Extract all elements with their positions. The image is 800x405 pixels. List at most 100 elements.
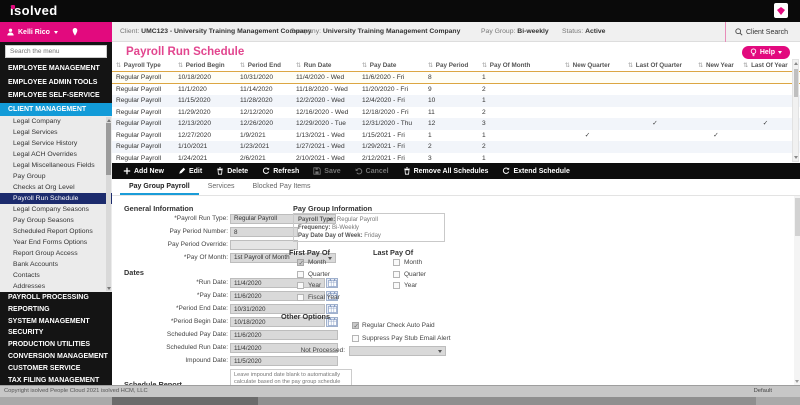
scroll-up-icon[interactable] [794, 62, 798, 65]
sidebar-item-payroll-processing[interactable]: PAYROLL PROCESSING [0, 292, 112, 304]
menu-search-input[interactable] [5, 45, 107, 58]
trash-icon [403, 167, 411, 175]
caret-down-icon [54, 31, 58, 34]
sidebar-item-reporting[interactable]: REPORTING [0, 304, 112, 316]
person-icon [7, 28, 14, 36]
submenu-legal-miscellaneous-fields[interactable]: Legal Miscellaneous Fields [0, 160, 112, 171]
pay-period-number-label: Pay Period Number: [118, 227, 228, 237]
sidebar-item-employee-management[interactable]: EMPLOYEE MANAGEMENT [0, 62, 112, 76]
refresh-icon [502, 167, 510, 175]
submenu-scheduled-report-options[interactable]: Scheduled Report Options [0, 226, 112, 237]
col-header-new-year[interactable]: ⇅ New Year [690, 62, 742, 69]
submenu-legal-service-history[interactable]: Legal Service History [0, 138, 112, 149]
environment-label: Default [754, 386, 772, 397]
sidebar-item-conversion-management[interactable]: CONVERSION MANAGEMENT [0, 351, 112, 363]
client-search-button[interactable]: Client Search [725, 22, 800, 42]
horizontal-scrollbar[interactable] [0, 397, 800, 405]
last-pay-of-year-checkbox [393, 282, 400, 289]
submenu-scrollbar[interactable] [106, 117, 111, 291]
col-header-last-of-quarter[interactable]: ⇅ Last Of Quarter [620, 62, 690, 69]
table-row[interactable]: Regular Payroll12/13/202012/26/202012/29… [112, 118, 800, 130]
copyright-text: Copyright isolved People Cloud 2021 isol… [4, 386, 148, 397]
submenu-pay-group[interactable]: Pay Group [0, 171, 112, 182]
user-menu[interactable]: Kelli Rico [0, 22, 112, 42]
impound-date-input[interactable] [230, 356, 338, 366]
delete-button[interactable]: Delete [209, 163, 255, 179]
submenu-payroll-run-schedule[interactable]: Payroll Run Schedule [0, 193, 112, 204]
help-button[interactable]: Help [742, 46, 790, 59]
tab-services[interactable]: Services [199, 179, 244, 195]
first-pay-of-heading: First Pay Of [289, 248, 330, 257]
extend-schedule-button[interactable]: Extend Schedule [495, 163, 576, 179]
run-date-label: *Run Date: [118, 278, 228, 288]
form-scrollbar[interactable] [794, 196, 800, 385]
submenu-legal-ach-overrides[interactable]: Legal ACH Overrides [0, 149, 112, 160]
scroll-up-icon[interactable] [107, 119, 111, 122]
col-header-pay-date[interactable]: ⇅ Pay Date [358, 62, 424, 69]
submenu-pay-group-seasons[interactable]: Pay Group Seasons [0, 215, 112, 226]
sidebar-item-employee-admin-tools[interactable]: EMPLOYEE ADMIN TOOLS [0, 76, 112, 90]
table-row[interactable]: Regular Payroll12/27/20201/9/20211/13/20… [112, 130, 800, 142]
add-new-button[interactable]: Add New [116, 163, 171, 179]
sidebar-item-customer-service[interactable]: CUSTOMER SERVICE [0, 363, 112, 375]
col-header-period-end[interactable]: ⇅ Period End [236, 62, 292, 69]
period-end-date-label: *Period End Date: [118, 304, 228, 314]
submenu-legal-company-seasons[interactable]: Legal Company Seasons [0, 204, 112, 215]
scheduled-pay-date-input[interactable] [230, 330, 338, 340]
scroll-down-icon[interactable] [795, 380, 799, 383]
refresh-button[interactable]: Refresh [255, 163, 306, 179]
general-information-heading: General Information [124, 204, 193, 213]
edit-button[interactable]: Edit [171, 163, 209, 179]
refresh-icon [262, 167, 270, 175]
scrollbar-thumb[interactable] [106, 123, 111, 175]
tab-blocked-pay-items[interactable]: Blocked Pay Items [244, 179, 320, 195]
sidebar-item-security[interactable]: SECURITY [0, 327, 112, 339]
scroll-down-icon[interactable] [107, 287, 111, 290]
submenu-year-end-forms-options[interactable]: Year End Forms Options [0, 237, 112, 248]
col-header-last-of-year[interactable]: ⇅ Last Of Year [742, 62, 789, 69]
sort-icon: ⇅ [428, 63, 433, 69]
table-row[interactable]: Regular Payroll11/29/202012/12/202012/16… [112, 107, 800, 119]
isolved-emblem-icon [774, 3, 788, 18]
submenu-legal-services[interactable]: Legal Services [0, 127, 112, 138]
pay-period-number-input[interactable] [230, 227, 298, 237]
sort-icon: ⇅ [240, 63, 245, 69]
scrollbar-thumb[interactable] [795, 198, 800, 236]
sidebar-item-system-management[interactable]: SYSTEM MANAGEMENT [0, 316, 112, 328]
submenu-legal-company[interactable]: Legal Company [0, 116, 112, 127]
scroll-down-icon[interactable] [794, 156, 798, 159]
submenu-addresses[interactable]: Addresses [0, 281, 112, 292]
pay-group-info: Pay Group: Bi-weekly [481, 22, 549, 42]
pin-icon[interactable] [72, 28, 78, 36]
col-header-payroll-type[interactable]: ⇅ Payroll Type [112, 62, 174, 69]
suppress-pay-stub-email-alert-checkbox[interactable] [352, 335, 359, 342]
col-header-period-begin[interactable]: ⇅ Period Begin [174, 62, 236, 69]
scrollbar-thumb[interactable] [794, 69, 799, 97]
submenu-checks-at-org-level[interactable]: Checks at Org Level [0, 182, 112, 193]
table-row[interactable]: Regular Payroll11/1/202011/14/202011/18/… [112, 84, 800, 96]
main-content: Payroll Run Schedule Help ⇅ Payroll Type… [112, 42, 800, 385]
table-row[interactable]: Regular Payroll1/24/20212/6/20212/10/202… [112, 153, 800, 162]
grid-scrollbar[interactable] [792, 59, 799, 162]
col-header-new-quarter[interactable]: ⇅ New Quarter [555, 62, 620, 69]
table-row[interactable]: Regular Payroll1/10/20211/23/20211/27/20… [112, 141, 800, 153]
scrollbar-thumb-segment[interactable] [112, 397, 258, 405]
regular-check-auto-paid-checkbox[interactable] [352, 322, 359, 329]
table-row[interactable]: Regular Payroll11/15/202011/28/202012/2/… [112, 95, 800, 107]
calendar-icon[interactable] [326, 278, 338, 288]
col-header-pay-of-month[interactable]: ⇅ Pay Of Month [478, 62, 555, 69]
col-header-run-date[interactable]: ⇅ Run Date [292, 62, 358, 69]
caret-down-icon [438, 350, 442, 353]
col-header-pay-period[interactable]: ⇅ Pay Period [424, 62, 478, 69]
submenu-report-group-access[interactable]: Report Group Access [0, 248, 112, 259]
not-processed-select[interactable] [349, 346, 446, 356]
sidebar-item-employee-self-service[interactable]: EMPLOYEE SELF-SERVICE [0, 89, 112, 103]
submenu-contacts[interactable]: Contacts [0, 270, 112, 281]
remove-all-schedules-button[interactable]: Remove All Schedules [396, 163, 496, 179]
submenu-bank-accounts[interactable]: Bank Accounts [0, 259, 112, 270]
pay-period-override-input[interactable] [230, 240, 298, 250]
table-row[interactable]: Regular Payroll10/18/202010/31/202011/4/… [112, 72, 800, 84]
sidebar-item-production-utilities[interactable]: PRODUCTION UTILITIES [0, 339, 112, 351]
tab-pay-group-payroll[interactable]: Pay Group Payroll [120, 179, 199, 195]
sidebar-item-client-management[interactable]: CLIENT MANAGEMENT [0, 103, 112, 117]
